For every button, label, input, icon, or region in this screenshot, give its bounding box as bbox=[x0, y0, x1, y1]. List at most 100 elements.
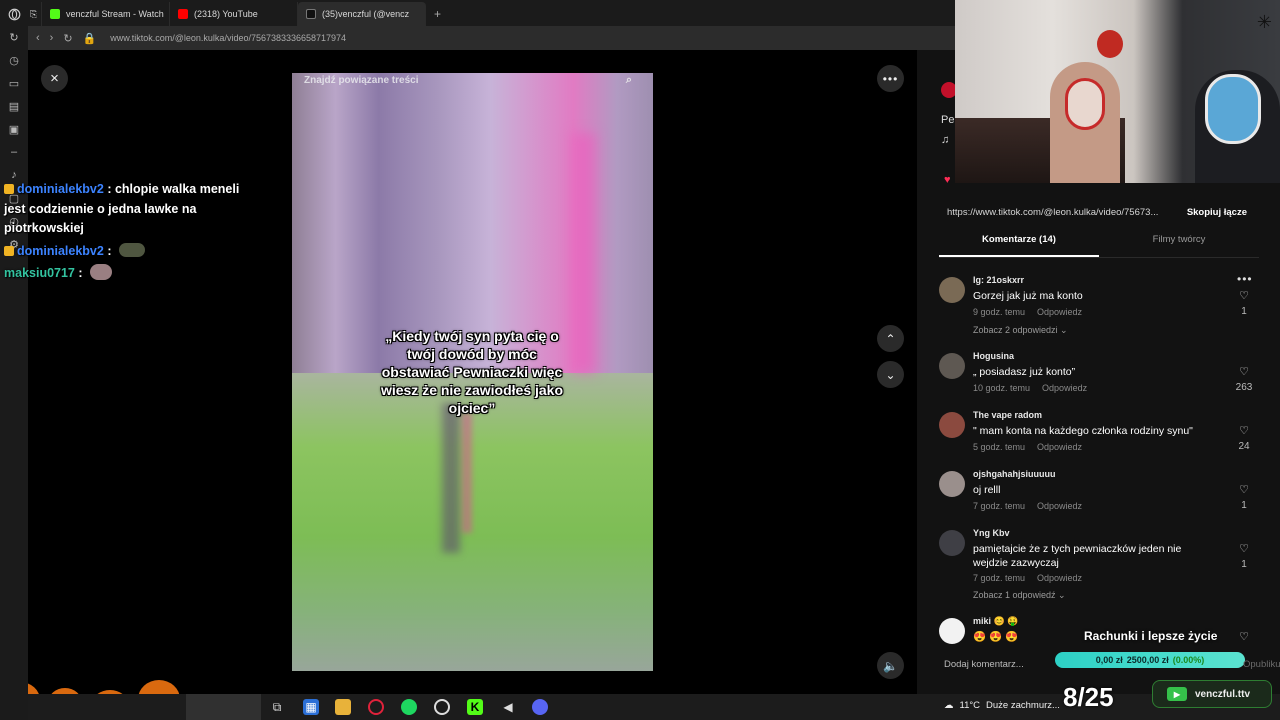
next-video-button[interactable]: ⌄ bbox=[877, 361, 904, 388]
comment-author[interactable]: Ig: 21oskxrr bbox=[973, 275, 1024, 285]
new-tab-button[interactable]: + bbox=[426, 2, 449, 26]
avatar[interactable] bbox=[939, 530, 965, 556]
tab-tiktok[interactable]: (35)venczful (@vencz bbox=[298, 2, 426, 26]
search-icon[interactable]: ⌕ bbox=[626, 74, 632, 87]
obs-icon[interactable] bbox=[434, 699, 450, 715]
weather-widget[interactable]: ☁ 11°C Duże zachmurz... bbox=[944, 700, 1060, 711]
like-heart-icon[interactable]: ♡ bbox=[1237, 289, 1251, 302]
tab-switcher-icon[interactable]: ⎘ bbox=[28, 2, 42, 26]
chat-username: dominialekbv2 bbox=[17, 182, 104, 196]
like-heart-icon[interactable]: ♡ bbox=[1237, 483, 1251, 496]
donation-goal-title: Rachunki i lepsze życie bbox=[1084, 629, 1218, 643]
reply-button[interactable]: Odpowiedz bbox=[1042, 383, 1087, 393]
close-button[interactable]: × bbox=[41, 65, 68, 92]
panel-tabs: Komentarze (14) Filmy twórcy bbox=[939, 234, 1259, 258]
related-search-placeholder: Znajdź powiązane treści bbox=[304, 74, 419, 86]
chevron-up-icon: ⌃ bbox=[885, 331, 896, 346]
comment-author[interactable]: ojshgahahjsiuuuuu bbox=[973, 469, 1056, 479]
view-replies-button[interactable]: Zobacz 2 odpowiedzi ⌄ bbox=[973, 325, 1068, 336]
comment-meta: 7 godz. temu Odpowiedz bbox=[973, 501, 1082, 511]
comment-author[interactable]: miki 😊 🤑 bbox=[973, 616, 1018, 627]
reply-button[interactable]: Odpowiedz bbox=[1037, 307, 1082, 317]
comment-text: Gorzej jak już ma konto bbox=[973, 290, 1083, 302]
channel-badge: ▶ venczful.ttv bbox=[1152, 680, 1272, 708]
copy-link-button[interactable]: Skopiuj łącze bbox=[1187, 207, 1247, 221]
previous-video-button[interactable]: ⌃ bbox=[877, 325, 904, 352]
reply-button[interactable]: Odpowiedz bbox=[1037, 501, 1082, 511]
comment-text: oj relll bbox=[973, 484, 1001, 496]
store-icon[interactable]: ▦ bbox=[303, 699, 319, 715]
taskbar: ⧉ ▦ K ◀ ☁ 11°C Duże zachmurz... 8/25 ▶ v… bbox=[0, 680, 1280, 720]
chat-message: maksiu0717 : bbox=[4, 264, 244, 284]
opera-icon[interactable] bbox=[368, 699, 384, 715]
like-heart-icon[interactable]: ♡ bbox=[1237, 365, 1251, 378]
folder-icon[interactable] bbox=[335, 699, 351, 715]
weather-temp: 11°C bbox=[959, 700, 981, 711]
emote-icon bbox=[118, 242, 145, 257]
heart-icon[interactable]: ♥ bbox=[944, 174, 951, 186]
discord-icon[interactable] bbox=[532, 699, 548, 715]
tab-creator-videos[interactable]: Filmy twórcy bbox=[1099, 234, 1259, 257]
comment-item: Ig: 21oskxrr Gorzej jak już ma konto 9 g… bbox=[939, 272, 1259, 336]
bag-icon[interactable]: ▭ bbox=[6, 75, 22, 91]
url-field[interactable]: www.tiktok.com/@leon.kulka/video/7567383… bbox=[110, 33, 346, 43]
comment-author[interactable]: The vape radom bbox=[973, 410, 1042, 420]
tab-kick[interactable]: venczful Stream - Watch bbox=[42, 2, 170, 26]
avatar[interactable] bbox=[939, 353, 965, 379]
face-paint-left bbox=[1065, 78, 1105, 130]
video-blur-streak bbox=[572, 133, 596, 373]
chat-username: dominialekbv2 bbox=[17, 243, 104, 258]
spotify-icon[interactable] bbox=[401, 699, 417, 715]
comment-author[interactable]: Hogusina bbox=[973, 351, 1014, 361]
video-viewer: × ••• Znajdź powiązane treści ⌕ „Kiedy t… bbox=[28, 50, 917, 694]
wallet-icon[interactable]: ▤ bbox=[6, 98, 22, 114]
avatar[interactable] bbox=[939, 412, 965, 438]
comment-more-icon[interactable]: ••• bbox=[1237, 272, 1253, 286]
avatar[interactable] bbox=[939, 618, 965, 644]
reload-icon[interactable]: ↻ bbox=[63, 32, 72, 45]
share-link[interactable]: https://www.tiktok.com/@leon.kulka/video… bbox=[947, 207, 1177, 221]
reply-button[interactable]: Odpowiedz bbox=[1037, 573, 1082, 583]
chevron-down-icon: ⌄ bbox=[885, 367, 896, 382]
avatar[interactable] bbox=[939, 471, 965, 497]
webcam-decoration bbox=[1097, 30, 1123, 58]
capcut-icon[interactable]: ◀ bbox=[500, 699, 516, 715]
comment-meta: 10 godz. temu Odpowiedz bbox=[973, 383, 1087, 393]
video-frame-bottom bbox=[292, 373, 653, 671]
like-count: 1 bbox=[1241, 500, 1247, 511]
channel-name: venczful.ttv bbox=[1195, 688, 1251, 700]
tab-label: (35)venczful (@vencz bbox=[322, 9, 410, 19]
volume-button[interactable]: 🔈 bbox=[877, 652, 904, 679]
history-icon[interactable]: ◷ bbox=[6, 52, 22, 68]
like-heart-icon[interactable]: ♡ bbox=[1237, 424, 1251, 437]
tab-comments[interactable]: Komentarze (14) bbox=[939, 234, 1099, 257]
like-count: 1 bbox=[1241, 559, 1247, 570]
related-search-bar[interactable]: Znajdź powiązane treści ⌕ bbox=[304, 73, 642, 87]
like-heart-icon[interactable]: ♡ bbox=[1237, 542, 1251, 555]
add-comment-input[interactable]: Dodaj komentarz... bbox=[944, 659, 1024, 670]
kick-favicon-icon bbox=[50, 9, 60, 19]
video-blur-streak bbox=[442, 403, 460, 553]
reply-button[interactable]: Odpowiedz bbox=[1037, 442, 1082, 452]
taskbar-search[interactable] bbox=[186, 694, 261, 720]
tab-youtube[interactable]: (2318) YouTube bbox=[170, 2, 298, 26]
avatar[interactable] bbox=[939, 277, 965, 303]
more-options-button[interactable]: ••• bbox=[877, 65, 904, 92]
comment-author[interactable]: Yng Kbv bbox=[973, 528, 1010, 538]
view-replies-button[interactable]: Zobacz 1 odpowiedź ⌄ bbox=[973, 590, 1066, 601]
m-icon[interactable]: ▣ bbox=[6, 121, 22, 137]
post-comment-button[interactable]: Opublikuj bbox=[1243, 659, 1280, 670]
chat-text: : bbox=[107, 243, 112, 258]
opera-logo-icon[interactable] bbox=[6, 6, 22, 22]
kick-icon[interactable]: K bbox=[467, 699, 483, 715]
comment-meta: 7 godz. temu Odpowiedz bbox=[973, 573, 1082, 583]
forward-icon[interactable]: › bbox=[50, 32, 54, 44]
chat-message: dominialekbv2 : chlopie walka meneli jes… bbox=[4, 180, 244, 239]
back-icon[interactable]: ‹ bbox=[36, 32, 40, 44]
sync-icon[interactable]: ↻ bbox=[6, 29, 22, 45]
like-heart-icon[interactable]: ♡ bbox=[1237, 630, 1251, 643]
video-player[interactable]: Znajdź powiązane treści ⌕ „Kiedy twój sy… bbox=[292, 73, 653, 671]
task-view-icon[interactable]: ⧉ bbox=[269, 699, 285, 715]
chat-text: : bbox=[78, 266, 83, 280]
goal-target: 2500,00 zł bbox=[1126, 655, 1169, 665]
